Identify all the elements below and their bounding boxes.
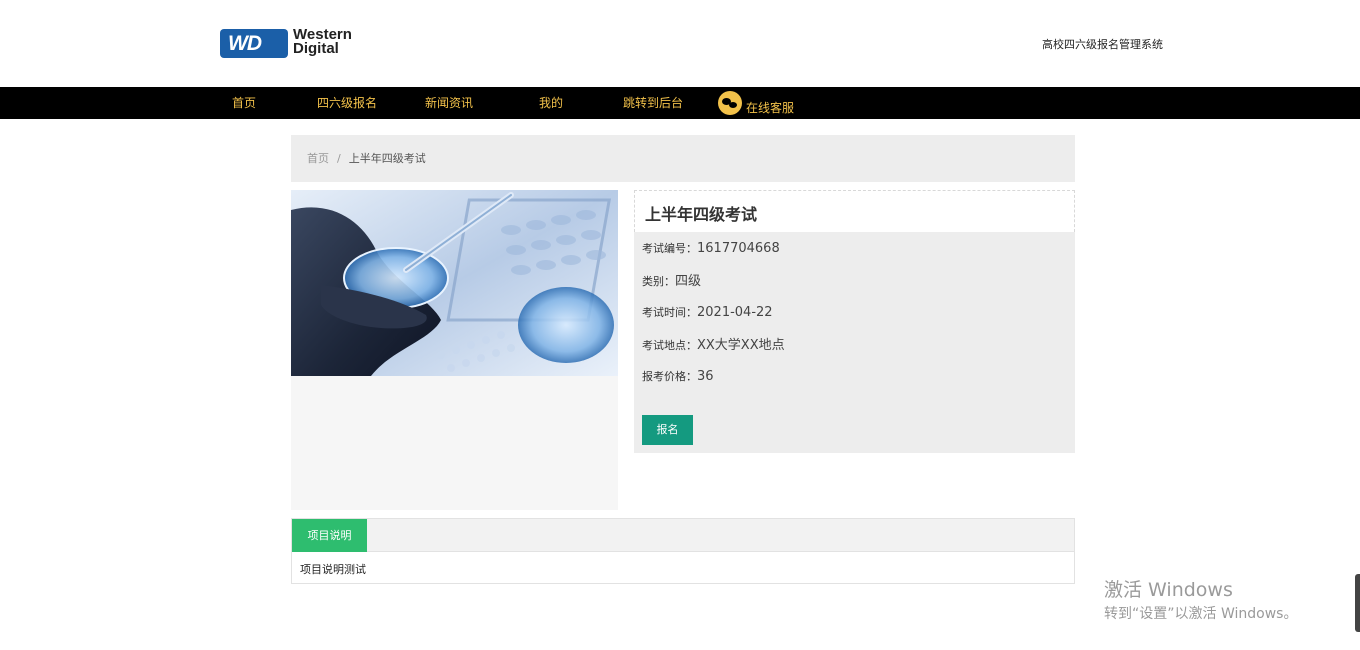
header: WD Western Digital 高校四六级报名管理系统 bbox=[0, 0, 1360, 87]
exam-field-location: 考试地点：XX大学XX地点 bbox=[642, 334, 785, 354]
exam-image-panel bbox=[291, 190, 618, 510]
exam-field-id: 考试编号：1617704668 bbox=[642, 237, 780, 257]
exam-field-label: 报考价格： bbox=[642, 370, 697, 383]
exam-info-panel: 考试编号：1617704668 类别：四级 考试时间：2021-04-22 考试… bbox=[634, 232, 1075, 453]
exam-field-value: 36 bbox=[697, 369, 714, 384]
nav-item-news[interactable]: 新闻资讯 bbox=[425, 87, 473, 119]
nav-item-exam-signup[interactable]: 四六级报名 bbox=[317, 87, 377, 119]
wechat-icon[interactable] bbox=[718, 91, 742, 115]
exam-field-value: 四级 bbox=[675, 274, 702, 289]
nav-item-mine[interactable]: 我的 bbox=[539, 87, 563, 119]
exam-field-value: XX大学XX地点 bbox=[697, 338, 785, 353]
windows-activation-watermark-title: 激活 Windows bbox=[1104, 579, 1233, 601]
exam-title-box: 上半年四级考试 bbox=[634, 190, 1075, 232]
breadcrumb-current: 上半年四级考试 bbox=[348, 152, 426, 165]
lab-photo-illustration bbox=[291, 190, 618, 376]
logo-wordmark: Western Digital bbox=[293, 27, 352, 57]
nav-item-home[interactable]: 首页 bbox=[232, 87, 256, 119]
logo-badge-text: WD bbox=[228, 32, 262, 55]
tab-project-description[interactable]: 项目说明 bbox=[292, 519, 367, 552]
exam-field-price: 报考价格：36 bbox=[642, 365, 714, 385]
tab-bar: 项目说明 bbox=[292, 519, 1074, 552]
exam-cover-image bbox=[291, 190, 618, 376]
breadcrumb-separator: / bbox=[337, 152, 341, 165]
system-title: 高校四六级报名管理系统 bbox=[1042, 38, 1163, 51]
tab-content: 项目说明测试 bbox=[300, 563, 366, 576]
exam-field-value: 1617704668 bbox=[697, 241, 780, 256]
exam-field-date: 考试时间：2021-04-22 bbox=[642, 301, 773, 321]
exam-field-label: 考试地点： bbox=[642, 339, 697, 352]
exam-field-label: 考试编号： bbox=[642, 242, 697, 255]
exam-field-value: 2021-04-22 bbox=[697, 305, 773, 320]
project-description-tabs: 项目说明 项目说明测试 bbox=[291, 518, 1075, 584]
breadcrumb: 首页 / 上半年四级考试 bbox=[291, 135, 1075, 182]
logo-badge: WD bbox=[220, 29, 288, 58]
nav-item-customer-service[interactable]: 在线客服 bbox=[746, 92, 794, 124]
exam-field-category: 类别：四级 bbox=[642, 270, 701, 290]
exam-field-label: 考试时间： bbox=[642, 306, 697, 319]
exam-title: 上半年四级考试 bbox=[645, 205, 758, 224]
main-nav: 首页 四六级报名 新闻资讯 我的 跳转到后台 在线客服 bbox=[0, 87, 1360, 119]
exam-field-label: 类别： bbox=[642, 275, 675, 288]
signup-button[interactable]: 报名 bbox=[642, 415, 693, 445]
side-panel-handle[interactable] bbox=[1355, 574, 1360, 632]
windows-activation-watermark-hint: 转到“设置”以激活 Windows。 bbox=[1104, 606, 1298, 622]
breadcrumb-home-link[interactable]: 首页 bbox=[307, 152, 329, 165]
logo-wordmark-line2: Digital bbox=[293, 40, 339, 57]
western-digital-logo[interactable]: WD Western Digital bbox=[220, 27, 370, 60]
nav-item-admin[interactable]: 跳转到后台 bbox=[623, 87, 683, 119]
